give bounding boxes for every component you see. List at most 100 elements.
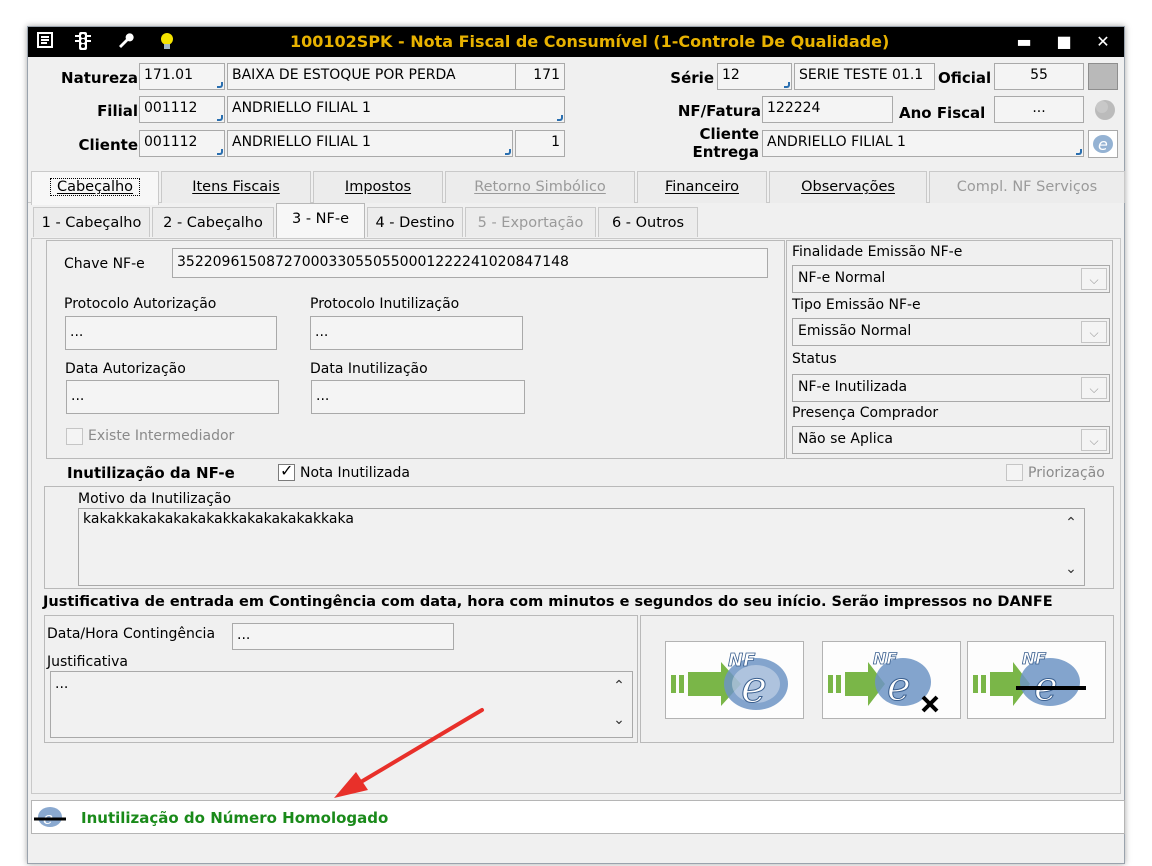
main-tab-bar: Cabeçalho Itens Fiscais Impostos Retorno… [28, 169, 1125, 205]
subtab-1-cabecalho[interactable]: 1 - Cabeçalho [33, 207, 150, 237]
chave-nfe-label: Chave NF-e [64, 256, 145, 272]
subtab-4-destino[interactable]: 4 - Destino [367, 207, 463, 237]
nfe-settings-panel: Finalidade Emissão NF-e NF-e Normal ⌵ Tip… [786, 240, 1113, 459]
scroll-down-icon[interactable]: ⌄ [608, 712, 630, 728]
nfe-transmit-button[interactable]: e NF [665, 641, 804, 719]
serie-desc-input[interactable]: SERIE TESTE 01.1 [794, 63, 935, 90]
tab-cabecalho[interactable]: Cabeçalho [31, 171, 159, 205]
motivo-value: kakakkakakakakakakkakakakakakkaka [83, 511, 354, 527]
data-inutilizacao-input[interactable]: ... [311, 380, 525, 414]
status-text: Inutilização do Número Homologado [81, 809, 389, 827]
window-title: 100102SPK - Nota Fiscal de Consumível (1… [290, 32, 890, 51]
lookup-icon[interactable] [1076, 149, 1082, 155]
presenca-select[interactable]: Não se Aplica ⌵ [792, 426, 1110, 454]
tab-retorno-simbolico[interactable]: Retorno Simbólico [445, 171, 635, 203]
lookup-icon[interactable] [217, 115, 223, 121]
protocolo-autorizacao-input[interactable]: ... [65, 316, 277, 350]
motivo-textarea[interactable]: kakakkakakakakakakkakakakakakkaka ⌃ ⌄ [78, 508, 1085, 586]
menu-icon[interactable] [34, 31, 56, 53]
nfe-inutilize-icon: e NF [973, 649, 1086, 711]
natureza-code-input[interactable]: 171.01 [139, 63, 225, 90]
chave-nfe-input[interactable]: 3522096150872700033055055000122224102084… [172, 248, 768, 278]
chevron-down-icon[interactable]: ⌵ [1081, 377, 1107, 399]
subtab-3-nfe[interactable]: 3 - NF-e [276, 203, 365, 238]
nf-fatura-label: NF/Fatura [677, 102, 761, 120]
close-button[interactable]: ✕ [1090, 30, 1116, 54]
protocolo-inutilizacao-label: Protocolo Inutilização [310, 296, 460, 312]
subtab-2-cabecalho[interactable]: 2 - Cabeçalho [152, 207, 274, 237]
scroll-down-icon[interactable]: ⌄ [1060, 561, 1082, 577]
lookup-icon[interactable] [784, 82, 790, 88]
ano-fiscal-input[interactable]: ... [994, 96, 1084, 123]
svg-text:NF: NF [873, 649, 897, 668]
tab-financeiro[interactable]: Financeiro [637, 171, 767, 203]
lookup-icon[interactable] [217, 82, 223, 88]
lookup-icon[interactable] [557, 115, 563, 121]
natureza-code-value: 171.01 [144, 67, 193, 83]
priorizacao-label: Priorização [1028, 465, 1105, 481]
nf-fatura-value: 122224 [767, 100, 821, 116]
contingencia-title: Justificativa de entrada em Contingência… [43, 594, 1053, 610]
nfe-inutilize-button[interactable]: e NF [967, 641, 1106, 719]
serie-code-input[interactable]: 12 [717, 63, 792, 90]
finalidade-select[interactable]: NF-e Normal ⌵ [792, 265, 1110, 293]
lookup-icon[interactable] [217, 149, 223, 155]
blur-icon[interactable] [1090, 95, 1120, 125]
scroll-up-icon[interactable]: ⌃ [1060, 515, 1082, 531]
nota-fiscal-window: 100102SPK - Nota Fiscal de Consumível (1… [27, 26, 1125, 864]
status-label: Status [792, 351, 837, 367]
data-hora-contingencia-input[interactable]: ... [232, 623, 454, 650]
natureza-extra-input[interactable]: 171 [515, 63, 565, 90]
motivo-label: Motivo da Inutilização [78, 491, 232, 507]
scroll-up-icon[interactable]: ⌃ [608, 678, 630, 694]
maximize-button[interactable]: ■ [1051, 30, 1077, 54]
inutilizacao-title: Inutilização da NF-e [67, 464, 235, 482]
cliente-code-value: 001112 [144, 134, 198, 150]
cliente-entrega-input[interactable]: ANDRIELLO FILIAL 1 [762, 130, 1084, 157]
cliente-code-input[interactable]: 001112 [139, 130, 225, 157]
nfe-transmit-icon: e NF [671, 650, 788, 714]
natureza-extra-value: 171 [533, 67, 560, 83]
subtab-5-exportacao[interactable]: 5 - Exportação [465, 207, 596, 237]
check-icon: ✓ [280, 461, 294, 480]
data-autorizacao-input[interactable]: ... [66, 380, 279, 414]
subtab-6-outros[interactable]: 6 - Outros [598, 207, 698, 237]
chevron-down-icon[interactable]: ⌵ [1081, 429, 1107, 451]
lookup-icon[interactable] [505, 149, 511, 155]
nfe-cancel-button[interactable]: e NF [822, 641, 961, 719]
cliente-label: Cliente [78, 136, 139, 154]
tab-observacoes[interactable]: Observações [769, 171, 927, 203]
filial-desc-input[interactable]: ANDRIELLO FILIAL 1 [227, 96, 565, 123]
tipo-emissao-select[interactable]: Emissão Normal ⌵ [792, 318, 1110, 346]
protocolo-inutilizacao-input[interactable]: ... [310, 316, 523, 350]
oficial-value: 55 [1030, 67, 1048, 83]
tab-compl-nf-servicos[interactable]: Compl. NF Serviços [929, 171, 1125, 203]
cliente-extra-input[interactable]: 1 [515, 130, 565, 157]
cliente-desc-input[interactable]: ANDRIELLO FILIAL 1 [227, 130, 513, 157]
status-select[interactable]: NF-e Inutilizada ⌵ [792, 374, 1110, 402]
filial-code-input[interactable]: 001112 [139, 96, 225, 123]
lightbulb-icon[interactable] [156, 31, 178, 53]
nfe-logo-button[interactable]: e [1088, 130, 1118, 158]
motivo-panel: Motivo da Inutilização kakakkakakakakaka… [44, 486, 1114, 589]
wrench-icon[interactable] [114, 31, 136, 53]
annotation-arrow [334, 708, 484, 798]
nota-inutilizada-checkbox[interactable]: ✓ [278, 461, 295, 481]
presenca-value: Não se Aplica [798, 431, 893, 447]
svg-text:NF: NF [1022, 649, 1046, 668]
chevron-down-icon[interactable]: ⌵ [1081, 268, 1107, 290]
data-hora-contingencia-label: Data/Hora Contingência [47, 626, 216, 642]
traffic-light-icon[interactable] [72, 31, 94, 53]
nf-fatura-input[interactable]: 122224 [762, 96, 893, 123]
chevron-down-icon[interactable]: ⌵ [1081, 321, 1107, 343]
tab-impostos[interactable]: Impostos [313, 171, 443, 203]
serie-desc-value: SERIE TESTE 01.1 [799, 67, 924, 83]
tab-itens-fiscais[interactable]: Itens Fiscais [161, 171, 311, 203]
priorizacao-checkbox[interactable] [1006, 464, 1023, 481]
oficial-toggle-button[interactable] [1088, 63, 1118, 90]
existe-intermediador-checkbox[interactable] [66, 428, 83, 445]
nfe-inutilize-icon: e [32, 803, 72, 833]
oficial-input[interactable]: 55 [994, 63, 1084, 90]
minimize-button[interactable]: ▬ [1011, 30, 1037, 54]
data-hora-contingencia-value: ... [237, 627, 251, 643]
